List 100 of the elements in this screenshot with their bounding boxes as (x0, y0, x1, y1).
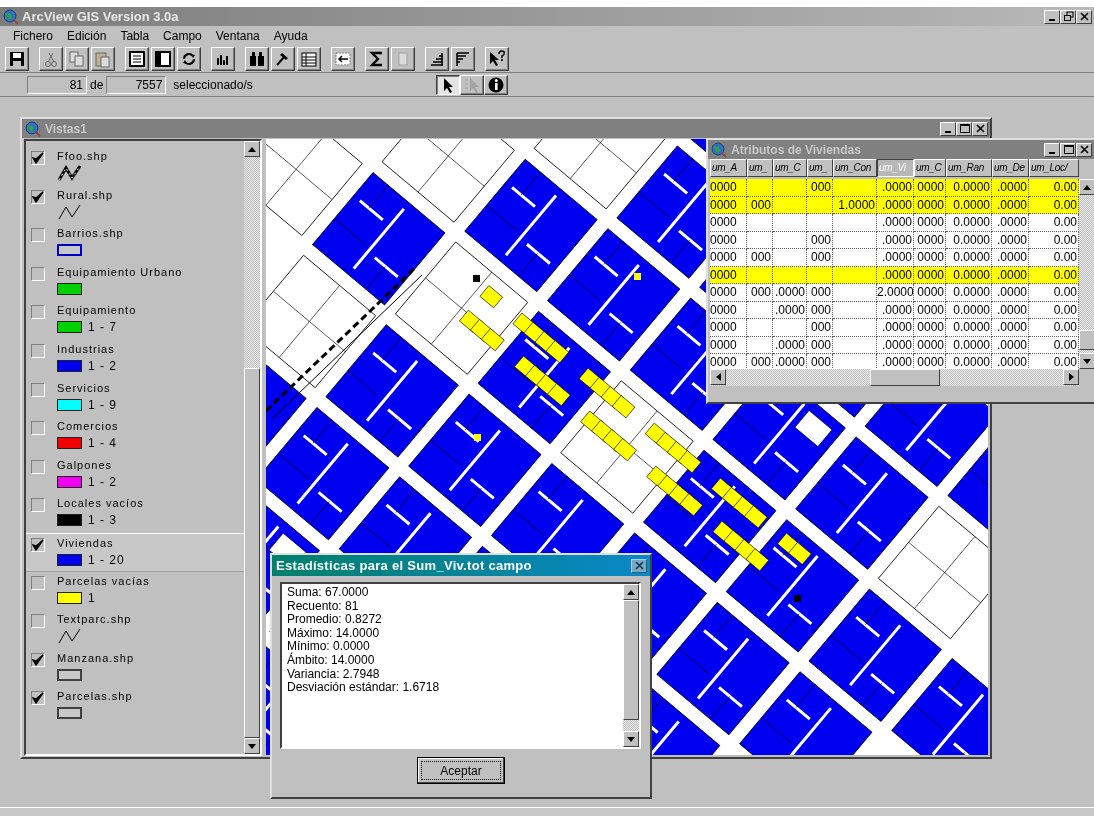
table-cell: 0.00 (1029, 284, 1079, 302)
layer-name: Ffoo.shp (57, 149, 108, 164)
menu-item[interactable]: Tabla (113, 26, 157, 45)
maximize-button[interactable] (1060, 142, 1076, 157)
checkbox[interactable] (31, 421, 45, 436)
legend-item[interactable]: Viviendas 1 - 20 (26, 532, 244, 572)
checkbox[interactable] (31, 305, 45, 320)
toolbar-button[interactable] (211, 46, 235, 71)
column-header[interactable]: um_Ran (946, 159, 992, 177)
scrollbar[interactable] (710, 369, 1079, 386)
scrollbar[interactable] (244, 141, 260, 754)
checkbox[interactable] (31, 266, 45, 281)
legend-item[interactable]: Textparc.shp (26, 610, 244, 649)
checkbox[interactable] (31, 382, 45, 397)
checkbox[interactable] (31, 343, 45, 358)
selected-parcel (613, 438, 637, 462)
toolbar-button[interactable] (365, 46, 389, 71)
scroll-thumb[interactable] (623, 600, 639, 720)
column-header[interactable]: um_C (914, 159, 946, 177)
close-button[interactable] (631, 558, 647, 573)
range-label: 1 - 3 (88, 512, 117, 530)
checkbox[interactable] (31, 575, 45, 590)
check-icon (32, 692, 44, 705)
checkbox[interactable] (31, 189, 45, 204)
checkbox[interactable] (31, 228, 45, 243)
close-button[interactable] (972, 121, 988, 136)
toolbar-button[interactable] (177, 46, 201, 71)
column-header[interactable]: um_ (747, 159, 773, 177)
minimize-button[interactable] (940, 121, 956, 136)
column-header[interactable]: um_ (807, 159, 833, 177)
legend-item[interactable]: Barrios.shp (26, 224, 244, 263)
checkbox[interactable] (31, 537, 45, 552)
statistic-line: Suma: 67.0000 (287, 586, 370, 600)
toolbar-button[interactable] (451, 46, 475, 71)
toolbar-button[interactable] (271, 46, 295, 71)
minimize-button[interactable] (1044, 142, 1060, 157)
restore-button[interactable] (1060, 9, 1076, 24)
legend-item[interactable]: Equipamiento Urbano (26, 262, 244, 302)
legend-item[interactable]: Ffoo.shp (26, 147, 244, 186)
legend-item[interactable]: Comercios 1 - 4 (26, 417, 244, 456)
toolbar-button[interactable] (297, 46, 321, 71)
checkbox[interactable] (31, 498, 45, 513)
scroll-thumb[interactable] (1079, 330, 1094, 350)
menu-item[interactable]: Fichero (6, 26, 60, 45)
legend-item[interactable]: Parcelas vacías 1 (26, 571, 244, 611)
menu-item[interactable]: Campo (156, 26, 209, 45)
scrollbar[interactable] (623, 584, 639, 747)
layer-name: Barrios.shp (57, 226, 124, 242)
selected-parcel (481, 328, 505, 352)
toolbar-button[interactable] (5, 46, 29, 71)
layer-name: Parcelas.shp (57, 689, 133, 705)
menu-item[interactable]: Edición (60, 26, 114, 45)
count-field: 81 (27, 75, 87, 94)
table-cell: .0000 (877, 249, 914, 267)
toolbar-button[interactable] (331, 46, 355, 71)
menu-item[interactable]: Ventana (208, 26, 267, 45)
minimize-button[interactable] (1044, 9, 1060, 24)
toolbar-button[interactable] (485, 46, 509, 71)
legend-item[interactable]: Equipamiento 1 - 7 (26, 301, 244, 340)
sort-descending-icon (454, 49, 472, 68)
accept-button[interactable]: Aceptar (417, 757, 505, 784)
toolbar-button[interactable] (425, 46, 449, 71)
menu-item[interactable]: Ayuda (266, 26, 315, 45)
checkbox[interactable] (31, 151, 45, 165)
legend-item[interactable]: Galpones 1 - 2 (26, 455, 244, 495)
checkbox[interactable] (31, 691, 45, 706)
tool-button[interactable] (435, 74, 460, 95)
legend-item[interactable]: Servicios 1 - 9 (26, 378, 244, 418)
column-header[interactable]: um_C (773, 159, 807, 177)
legend-item[interactable]: Manzana.shp (26, 648, 244, 688)
label: de (90, 76, 104, 94)
table-cell: .0000 (992, 214, 1029, 232)
legend-item[interactable]: Parcelas.shp (26, 687, 244, 726)
legend-item[interactable]: Industrias 1 - 2 (26, 339, 244, 379)
close-button[interactable] (1076, 142, 1092, 157)
dialog-title: Estadísticas para el Sum_Viv.tot campo (276, 556, 532, 575)
column-header[interactable]: um_Con (833, 159, 877, 177)
copy-icon (68, 49, 86, 68)
globe-icon (3, 8, 19, 25)
range-label: 1 (88, 589, 96, 607)
toolbar-button[interactable] (245, 46, 269, 71)
toolbar-button[interactable] (151, 46, 175, 71)
column-header[interactable]: um_Loc/ (1029, 159, 1079, 177)
table-cell: 0000 (710, 319, 747, 337)
range-label: 1 - 2 (88, 357, 117, 375)
column-header[interactable]: um_De (992, 159, 1029, 177)
close-icon (1078, 144, 1090, 155)
scrollbar[interactable] (1079, 179, 1094, 369)
toolbar-button[interactable] (125, 46, 149, 71)
checkbox[interactable] (31, 614, 45, 629)
checkbox[interactable] (31, 459, 45, 474)
scroll-thumb[interactable] (244, 368, 260, 738)
close-button[interactable] (1076, 9, 1092, 24)
legend-item[interactable]: Rural.shp (26, 185, 244, 225)
check-icon (32, 152, 44, 164)
checkbox[interactable] (31, 652, 45, 667)
legend-item[interactable]: Locales vacíos 1 - 3 (26, 494, 244, 533)
column-header[interactable]: um_A (710, 159, 747, 177)
maximize-button[interactable] (956, 121, 972, 136)
scroll-thumb[interactable] (870, 369, 940, 386)
